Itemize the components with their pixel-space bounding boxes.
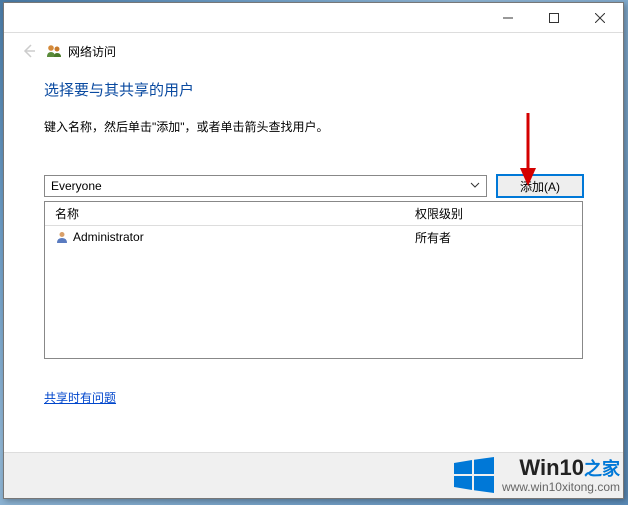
footer xyxy=(4,452,623,498)
column-header-name[interactable]: 名称 xyxy=(45,205,415,222)
window-controls xyxy=(485,3,623,32)
user-select-value: Everyone xyxy=(51,179,102,193)
network-access-icon xyxy=(46,43,62,59)
user-icon xyxy=(55,230,69,244)
app-title: 网络访问 xyxy=(68,43,116,60)
header: 网络访问 xyxy=(4,33,623,69)
annotation-arrow-icon xyxy=(517,108,547,188)
minimize-button[interactable] xyxy=(485,3,531,32)
user-select-combobox[interactable]: Everyone xyxy=(44,175,487,197)
page-heading: 选择要与其共享的用户 xyxy=(44,79,583,100)
page-subtext: 键入名称，然后单击"添加"，或者单击箭头查找用户。 xyxy=(44,118,583,135)
table-row[interactable]: Administrator 所有者 xyxy=(45,226,582,248)
back-button[interactable] xyxy=(14,36,44,66)
sharing-help-link[interactable]: 共享时有问题 xyxy=(44,391,116,405)
column-header-permission[interactable]: 权限级别 xyxy=(415,205,582,222)
maximize-button[interactable] xyxy=(531,3,577,32)
chevron-down-icon xyxy=(470,179,480,193)
row-permission: 所有者 xyxy=(415,229,582,246)
close-button[interactable] xyxy=(577,3,623,32)
permissions-table: 名称 权限级别 Administrator 所有者 xyxy=(44,201,583,359)
user-input-row: Everyone 添加(A) xyxy=(44,175,583,197)
row-user-name: Administrator xyxy=(73,230,144,244)
table-header: 名称 权限级别 xyxy=(45,202,582,226)
window: 网络访问 选择要与其共享的用户 键入名称，然后单击"添加"，或者单击箭头查找用户… xyxy=(3,2,624,499)
titlebar xyxy=(4,3,623,33)
help-row: 共享时有问题 xyxy=(44,389,583,406)
